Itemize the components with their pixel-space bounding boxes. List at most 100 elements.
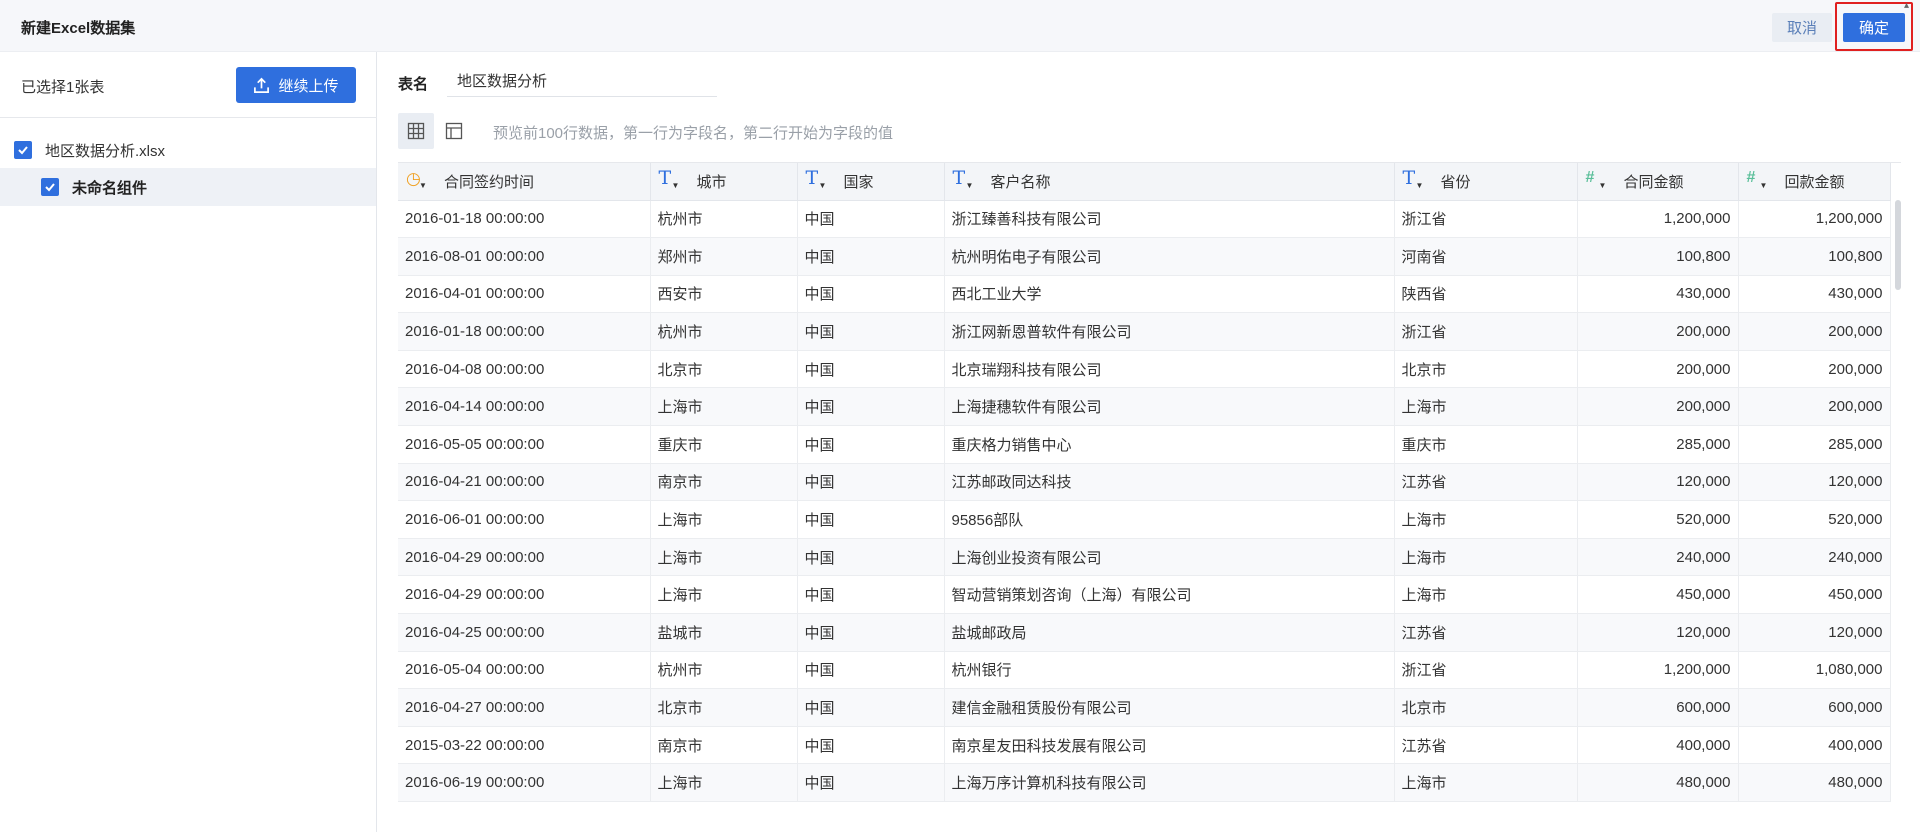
table-cell: 杭州市	[650, 312, 798, 351]
column-header-content: T ▼ 城市	[659, 169, 797, 192]
column-header-label: 客户名称	[990, 173, 1051, 191]
field-view-toggle[interactable]	[436, 113, 472, 149]
main-panel: 表名 预览前100行数据，第一行为字段名，第二行开始为字段的值 ◷▼ 合同签约时间…	[378, 52, 1920, 832]
column-header[interactable]: # ▼ 合同金额	[1577, 163, 1739, 201]
table-cell: 上海市	[1394, 538, 1578, 577]
table-cell: 120,000	[1577, 463, 1739, 502]
text-type-icon[interactable]: T ▼	[806, 169, 827, 191]
component-checkbox[interactable]	[41, 178, 59, 196]
table-cell: 100,800	[1738, 237, 1891, 276]
column-header-label: 城市	[696, 173, 727, 191]
text-type-icon[interactable]: T ▼	[659, 169, 680, 191]
table-cell: 2016-04-21 00:00:00	[398, 463, 651, 502]
table-cell: 南京市	[650, 726, 798, 765]
table-cell: 2016-01-18 00:00:00	[398, 200, 651, 239]
table-cell: 430,000	[1738, 275, 1891, 314]
table-row: 2016-04-08 00:00:00 北京市 中国 北京瑞翔科技有限公司 北京市 200…	[398, 350, 1891, 389]
check-icon	[45, 183, 55, 192]
text-type-icon[interactable]: T ▼	[953, 169, 974, 191]
table-row: 2016-05-04 00:00:00 杭州市 中国 杭州银行 浙江省 1,200,000…	[398, 651, 1891, 690]
table-cell: 1,080,000	[1738, 651, 1891, 690]
continue-upload-button[interactable]: 继续上传	[236, 67, 356, 103]
ok-button[interactable]: 确定	[1843, 13, 1905, 42]
column-header[interactable]: T ▼ 城市	[650, 163, 798, 201]
table-cell: 中国	[797, 350, 945, 389]
table-cell: 浙江臻善科技有限公司	[944, 200, 1395, 239]
table-cell: 北京市	[1394, 688, 1578, 727]
table-cell: 95856部队	[944, 500, 1395, 539]
table-cell: 480,000	[1577, 763, 1739, 802]
table-row: 2016-04-01 00:00:00 西安市 中国 西北工业大学 陕西省 430,000…	[398, 275, 1891, 314]
table-row: 2016-08-01 00:00:00 郑州市 中国 杭州明佑电子有限公司 河南省 100…	[398, 237, 1891, 276]
file-item[interactable]: 地区数据分析.xlsx	[0, 132, 376, 168]
table-cell: 浙江网新恩普软件有限公司	[944, 312, 1395, 351]
table-cell: 浙江省	[1394, 312, 1578, 351]
table-cell: 2015-03-22 00:00:00	[398, 726, 651, 765]
table-cell: 285,000	[1738, 425, 1891, 464]
table-cell: 上海市	[1394, 763, 1578, 802]
table-cell: 450,000	[1738, 575, 1891, 615]
table-cell: 北京市	[650, 688, 798, 727]
table-cell: 中国	[797, 387, 945, 427]
table-cell: 120,000	[1738, 613, 1891, 652]
number-type-icon[interactable]: # ▼	[1747, 169, 1768, 190]
table-cell: 200,000	[1738, 312, 1891, 351]
column-header[interactable]: T ▼ 客户名称	[944, 163, 1395, 201]
table-cell: 2016-06-19 00:00:00	[398, 763, 651, 802]
table-cell: 上海市	[650, 387, 798, 427]
table-cell: 智动营销策划咨询（上海）有限公司	[944, 575, 1395, 615]
preview-hint: 预览前100行数据，第一行为字段名，第二行开始为字段的值	[493, 125, 894, 142]
table-cell: 中国	[797, 726, 945, 765]
table-row: 2016-04-14 00:00:00 上海市 中国 上海捷穗软件有限公司 上海市 200…	[398, 387, 1891, 427]
table-cell: 中国	[797, 500, 945, 539]
date-icon[interactable]: ◷ ▼	[406, 170, 427, 191]
dialog-title: 新建Excel数据集	[21, 20, 136, 37]
file-name: 地区数据分析.xlsx	[45, 142, 166, 160]
text-type-icon[interactable]: T ▼	[1403, 169, 1424, 191]
grid-view-toggle[interactable]	[398, 113, 434, 149]
component-item[interactable]: 未命名组件	[0, 168, 376, 206]
table-row: 2016-04-21 00:00:00 南京市 中国 江苏邮政同达科技 江苏省 120,0…	[398, 463, 1891, 502]
table-scrollbar[interactable]	[1895, 200, 1901, 290]
cancel-button[interactable]: 取消	[1772, 13, 1832, 42]
ok-button-highlight: 确定	[1835, 2, 1913, 51]
table-row: 2016-06-19 00:00:00 上海市 中国 上海万序计算机科技有限公司 上海市…	[398, 763, 1891, 802]
table-cell: 中国	[797, 613, 945, 652]
table-row: 2016-01-18 00:00:00 杭州市 中国 浙江臻善科技有限公司 浙江省 1,2…	[398, 200, 1891, 239]
column-header-content: # ▼ 回款金额	[1747, 169, 1890, 192]
table-name-input[interactable]	[447, 65, 717, 97]
corner-arrow-icon: ▴	[1904, 0, 1910, 11]
table-row: 2016-04-29 00:00:00 上海市 中国 智动营销策划咨询（上海）有限公司…	[398, 575, 1891, 615]
table-cell: 重庆市	[650, 425, 798, 464]
table-cell: 南京市	[650, 463, 798, 502]
table-cell: 中国	[797, 237, 945, 276]
table-row: 2016-01-18 00:00:00 杭州市 中国 浙江网新恩普软件有限公司 浙江省 2…	[398, 312, 1891, 351]
table-header-row: ◷ ▼ 合同签约时间 T ▼ 城市 T ▼ 国家 T ▼ 客户名称 T ▼ 省份 # ▼ 合同金额 # ▼ 回款金额	[398, 163, 1891, 201]
column-header[interactable]: T ▼ 省份	[1394, 163, 1578, 201]
table-cell: 建信金融租赁股份有限公司	[944, 688, 1395, 727]
table-row: 2016-04-27 00:00:00 北京市 中国 建信金融租赁股份有限公司 北京市 6…	[398, 688, 1891, 727]
table-row: 2016-05-05 00:00:00 重庆市 中国 重庆格力销售中心 重庆市 285,0…	[398, 425, 1891, 464]
column-header-content: # ▼ 合同金额	[1586, 169, 1738, 192]
table-cell: 600,000	[1577, 688, 1739, 727]
upload-icon	[254, 77, 270, 93]
column-header-label: 回款金额	[1784, 173, 1845, 191]
table-cell: 重庆格力销售中心	[944, 425, 1395, 464]
table-cell: 盐城市	[650, 613, 798, 652]
table-cell: 上海市	[1394, 500, 1578, 539]
column-header[interactable]: # ▼ 回款金额	[1738, 163, 1891, 201]
table-row: 2016-06-01 00:00:00 上海市 中国 95856部队 上海市 520,00…	[398, 500, 1891, 539]
file-checkbox[interactable]	[14, 141, 32, 159]
table-cell: 200,000	[1738, 350, 1891, 389]
column-header[interactable]: T ▼ 国家	[797, 163, 945, 201]
table-cell: 200,000	[1738, 387, 1891, 427]
sidebar-toolbar: 已选择1张表 继续上传	[0, 52, 377, 118]
column-header[interactable]: ◷ ▼ 合同签约时间	[398, 163, 651, 201]
table-cell: 江苏省	[1394, 726, 1578, 765]
table-cell: 郑州市	[650, 237, 798, 276]
table-row: 2015-03-22 00:00:00 南京市 中国 南京星友田科技发展有限公司 江苏省…	[398, 726, 1891, 765]
number-type-icon[interactable]: # ▼	[1586, 169, 1607, 190]
table-cell: 杭州市	[650, 200, 798, 239]
table-cell: 中国	[797, 463, 945, 502]
table-cell: 430,000	[1577, 275, 1739, 314]
